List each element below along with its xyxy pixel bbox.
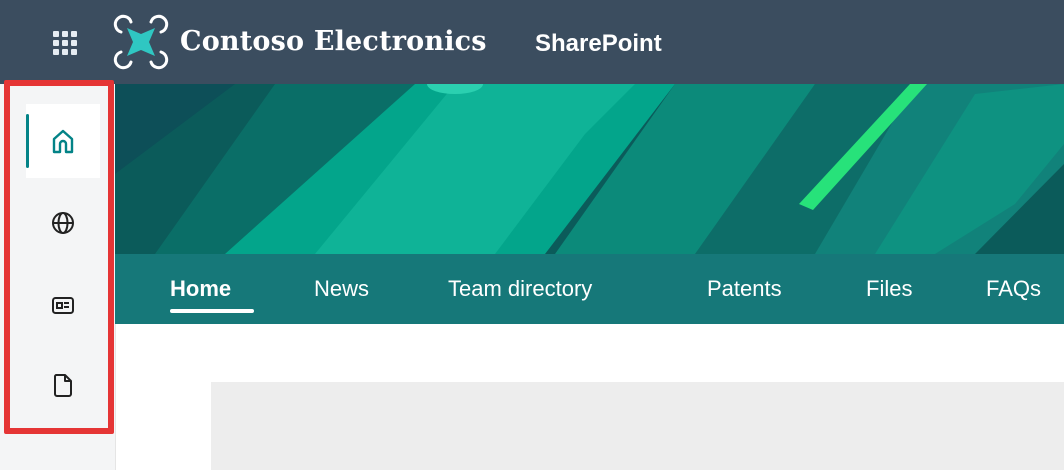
nav-item-home[interactable]: Home xyxy=(170,276,231,302)
nav-active-indicator xyxy=(170,309,254,313)
appbar-sites-button[interactable] xyxy=(26,186,100,260)
content-divider xyxy=(115,324,116,470)
nav-item-news[interactable]: News xyxy=(314,276,369,302)
app-name[interactable]: SharePoint xyxy=(535,30,662,58)
app-bar xyxy=(0,84,115,470)
nav-item-patents[interactable]: Patents xyxy=(707,276,782,302)
appbar-files-button[interactable] xyxy=(26,348,100,422)
appbar-home-button[interactable] xyxy=(26,104,100,178)
globe-icon xyxy=(52,212,74,234)
nav-item-faqs[interactable]: FAQs xyxy=(986,276,1041,302)
contoso-logo-icon[interactable] xyxy=(113,14,169,70)
nav-item-team-directory[interactable]: Team directory xyxy=(448,276,592,302)
content-placeholder xyxy=(211,382,1064,470)
nav-item-files[interactable]: Files xyxy=(866,276,912,302)
news-icon xyxy=(52,297,74,314)
waffle-icon[interactable] xyxy=(50,28,80,58)
file-icon xyxy=(53,374,72,397)
appbar-news-button[interactable] xyxy=(26,268,100,342)
suite-bar: Contoso Electronics SharePoint xyxy=(0,0,1064,84)
hero-artwork xyxy=(115,84,1064,254)
brand-name[interactable]: Contoso Electronics xyxy=(180,26,487,57)
home-icon xyxy=(52,129,74,154)
hero-banner xyxy=(115,84,1064,254)
